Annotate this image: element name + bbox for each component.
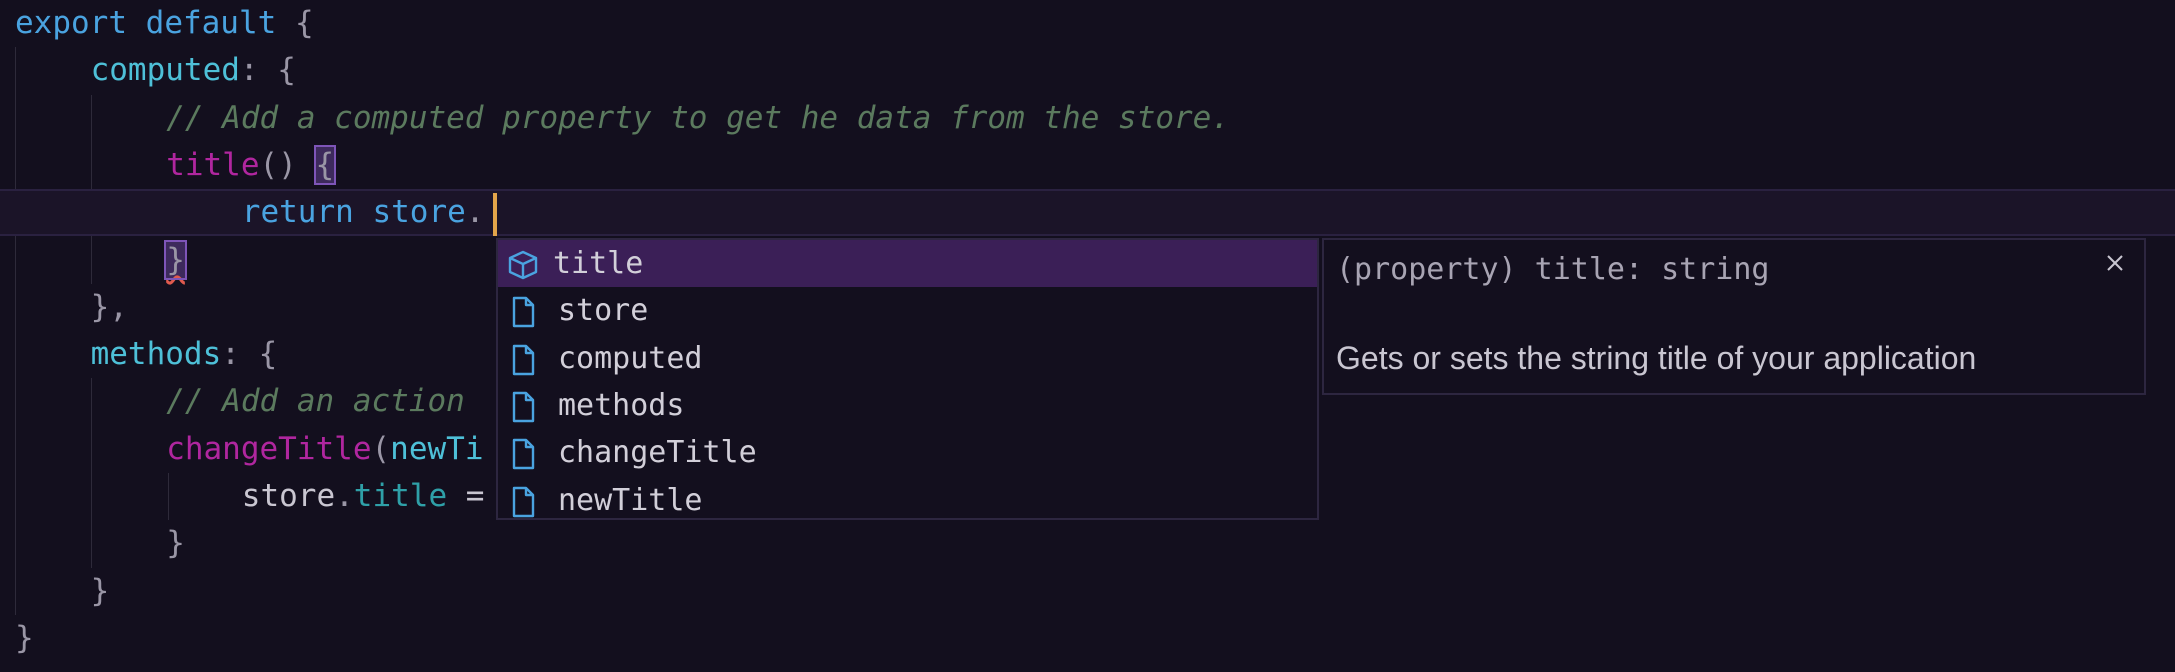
suggest-details: (property) title: string Gets or sets th… bbox=[1322, 238, 2146, 395]
details-documentation: Gets or sets the string title of your ap… bbox=[1336, 340, 1977, 376]
code-token: // Add an action bbox=[166, 383, 465, 420]
code-token: changeTitle bbox=[166, 430, 372, 467]
code-token: title bbox=[353, 478, 448, 514]
suggest-item-label: newTitle bbox=[558, 482, 703, 518]
code-token: methods bbox=[90, 336, 222, 373]
code-token: computed bbox=[90, 52, 240, 89]
file-icon bbox=[506, 485, 540, 517]
close-icon[interactable] bbox=[2098, 246, 2132, 280]
code-line-content: }, bbox=[91, 284, 128, 331]
file-icon bbox=[506, 390, 540, 423]
suggest-item[interactable]: store bbox=[498, 287, 1317, 334]
suggest-item-label: title bbox=[553, 246, 644, 281]
code-token: } bbox=[166, 525, 185, 562]
file-icon bbox=[506, 295, 540, 328]
suggest-widget: title store computed methods changeTitle newT… bbox=[496, 238, 1319, 520]
suggest-item[interactable]: computed bbox=[498, 335, 1317, 382]
code-line-content: } bbox=[91, 568, 110, 615]
code-token: { bbox=[294, 5, 314, 41]
code-token: default bbox=[145, 5, 277, 41]
code-line-content: changeTitle(newTi bbox=[166, 426, 483, 473]
suggest-item[interactable]: title bbox=[498, 240, 1317, 288]
code-token: . bbox=[335, 478, 354, 514]
code-line-content: } bbox=[166, 520, 185, 567]
text-cursor bbox=[493, 193, 497, 236]
suggest-item-label: computed bbox=[558, 340, 703, 376]
code-line-content: return store. bbox=[242, 191, 485, 234]
code-line[interactable]: } bbox=[0, 615, 2175, 662]
code-line[interactable]: // Add a computed property to get he dat… bbox=[0, 95, 2175, 142]
code-editor[interactable]: export default {computed: {// Add a comp… bbox=[0, 0, 2175, 672]
code-line-content: // Add an action bbox=[166, 378, 465, 425]
suggest-item-label: changeTitle bbox=[558, 435, 757, 471]
code-line-content: store.title = bbox=[242, 473, 485, 520]
code-token: . bbox=[465, 194, 485, 231]
code-token: } bbox=[15, 619, 34, 656]
code-token: : { bbox=[239, 52, 296, 89]
suggest-item[interactable]: changeTitle bbox=[498, 429, 1317, 476]
file-icon bbox=[506, 437, 540, 470]
code-line[interactable]: title() { bbox=[0, 142, 2175, 189]
code-line-content: } bbox=[164, 237, 187, 284]
code-line-content: export default { bbox=[15, 0, 314, 47]
code-token: () bbox=[259, 146, 316, 183]
code-line-content: title() { bbox=[166, 142, 337, 189]
code-line-content: // Add a computed property to get he dat… bbox=[166, 95, 1230, 142]
code-token: : { bbox=[221, 336, 278, 373]
suggest-item-label: store bbox=[558, 293, 649, 329]
code-token: newTi bbox=[390, 430, 484, 467]
code-line-content: computed: { bbox=[91, 47, 296, 94]
code-token: ( bbox=[371, 430, 391, 467]
code-token: title bbox=[166, 146, 260, 183]
code-line-content: } bbox=[15, 615, 34, 662]
code-line[interactable]: } bbox=[0, 568, 2175, 615]
code-token: return bbox=[241, 194, 354, 231]
code-line[interactable]: } bbox=[0, 520, 2175, 567]
code-token: } bbox=[164, 239, 187, 280]
code-token: } bbox=[90, 572, 110, 609]
code-token: { bbox=[313, 144, 337, 185]
suggest-item-label: methods bbox=[558, 387, 685, 423]
code-token: store bbox=[241, 478, 336, 514]
code-token: }, bbox=[90, 288, 128, 325]
code-token: // Add a computed property to get he dat… bbox=[166, 99, 1231, 136]
code-line[interactable]: export default { bbox=[0, 0, 2175, 47]
suggest-item[interactable]: newTitle bbox=[498, 477, 1317, 519]
code-token: = bbox=[447, 478, 485, 514]
file-icon bbox=[506, 343, 540, 375]
code-token: export bbox=[15, 5, 127, 41]
code-line-current[interactable]: return store. bbox=[0, 189, 2175, 237]
code-line-content: methods: { bbox=[91, 331, 278, 378]
code-line[interactable]: computed: { bbox=[0, 47, 2175, 94]
cube-icon bbox=[506, 248, 540, 280]
details-signature: (property) title: string bbox=[1336, 252, 1770, 287]
suggest-item[interactable]: methods bbox=[498, 382, 1317, 429]
code-token: store bbox=[372, 194, 466, 231]
